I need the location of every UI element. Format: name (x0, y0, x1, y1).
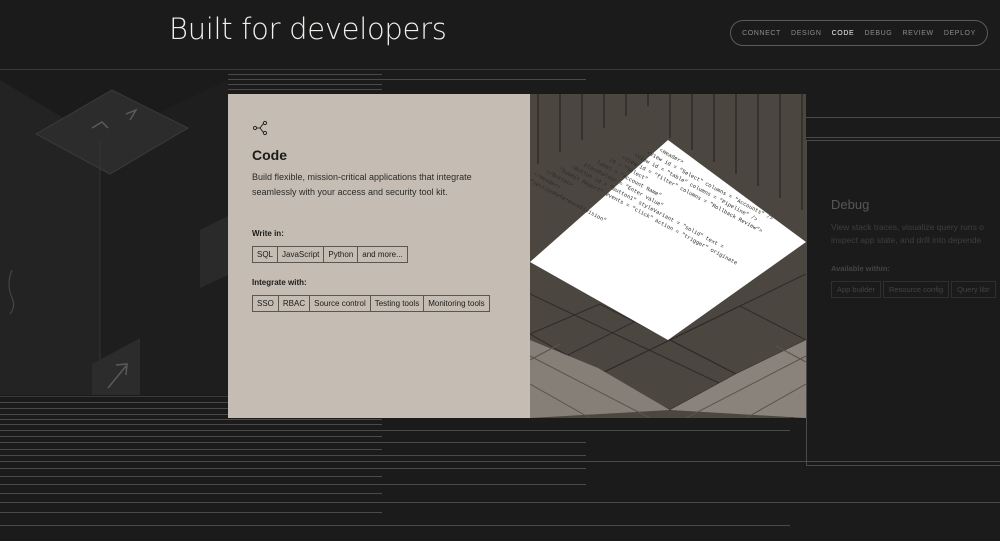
chip-app-builder: App builder (831, 281, 881, 298)
chip-sso[interactable]: SSO (252, 295, 279, 312)
code-illustration: <Header> <View id = "Select" columns = "… (530, 94, 806, 418)
chip-sql[interactable]: SQL (252, 246, 279, 263)
branch-icon (252, 120, 268, 136)
nav-review[interactable]: REVIEW (903, 30, 934, 37)
chip-source-control[interactable]: Source control (309, 295, 371, 312)
nav-design[interactable]: DESIGN (791, 30, 821, 37)
write-in-chips: SQL JavaScript Python and more... (252, 246, 492, 265)
nav-deploy[interactable]: DEPLOY (944, 30, 976, 37)
nav-connect[interactable]: CONNECT (742, 30, 781, 37)
debug-card-title: Debug (831, 197, 870, 212)
chip-resource-config: Resource config (882, 281, 950, 298)
available-chips: App builder Resource config Query libr (831, 281, 998, 298)
integrate-label: Integrate with: (252, 278, 307, 287)
debug-card[interactable]: Debug View stack traces, visualize query… (806, 140, 1000, 466)
code-card-title: Code (252, 147, 287, 163)
chip-javascript[interactable]: JavaScript (277, 246, 325, 263)
page-title: Built for developers (169, 12, 447, 46)
chip-monitoring-tools[interactable]: Monitoring tools (423, 295, 490, 312)
code-card-content: Code Build flexible, mission-critical ap… (228, 94, 530, 418)
available-within-label: Available within: (831, 264, 890, 273)
debug-desc-line1: View stack traces, visualize query runs … (831, 222, 984, 232)
write-in-label: Write in: (252, 229, 284, 238)
nav-code[interactable]: CODE (832, 30, 855, 37)
chip-rbac[interactable]: RBAC (277, 295, 311, 312)
debug-desc-line2: inspect app state, and drill into depend… (831, 235, 982, 245)
chip-and-more[interactable]: and more... (357, 246, 408, 263)
debug-card-description: View stack traces, visualize query runs … (831, 221, 1000, 247)
code-card-description: Build flexible, mission-critical applica… (252, 172, 472, 197)
section-nav: CONNECT DESIGN CODE DEBUG REVIEW DEPLOY (730, 20, 988, 46)
chip-query-library: Query libr (951, 281, 996, 298)
chip-testing-tools[interactable]: Testing tools (369, 295, 425, 312)
nav-debug[interactable]: DEBUG (864, 30, 892, 37)
integrate-chips: SSO RBAC Source control Testing tools Mo… (252, 295, 492, 314)
chip-python[interactable]: Python (323, 246, 359, 263)
connect-illustration (0, 70, 228, 395)
code-card: Code Build flexible, mission-critical ap… (228, 94, 806, 418)
